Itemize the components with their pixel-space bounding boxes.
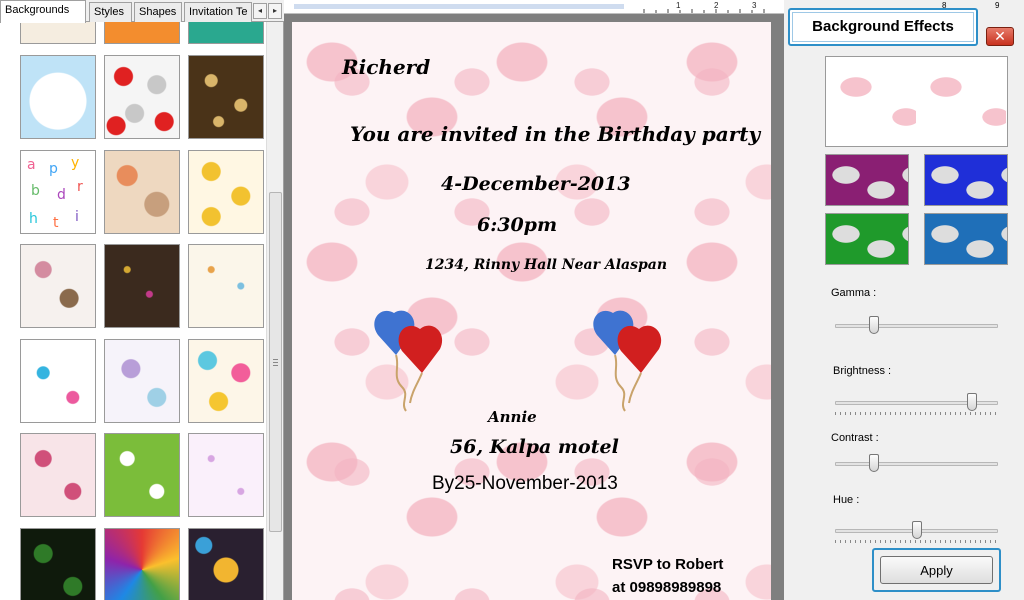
card-rsvp-to[interactable]: RSVP to Robert <box>612 556 723 573</box>
slider-knob[interactable] <box>869 454 879 472</box>
background-thumbnail[interactable] <box>20 244 96 328</box>
background-thumbnail[interactable] <box>188 244 264 328</box>
background-thumbnail[interactable] <box>188 150 264 234</box>
slider-track <box>835 462 998 466</box>
contrast-slider[interactable] <box>835 453 998 475</box>
grip-line <box>273 362 278 363</box>
background-thumbnail[interactable] <box>188 528 264 600</box>
ruler-number: 3 <box>752 1 757 10</box>
background-thumbnail[interactable] <box>20 339 96 423</box>
horizontal-ruler: 1 2 3 <box>284 0 784 14</box>
brightness-slider[interactable] <box>835 392 998 415</box>
grip-line <box>273 365 278 366</box>
card-venue[interactable]: 1234, Rinny Hall Near Alaspan <box>425 257 667 273</box>
slider-knob[interactable] <box>869 316 879 334</box>
tab-styles[interactable]: Styles <box>89 2 132 22</box>
tab-shapes[interactable]: Shapes <box>134 2 182 22</box>
background-thumbnail-grid: a p y b d r h t i <box>0 22 268 600</box>
close-button[interactable]: ✕ <box>986 27 1014 46</box>
hue-label: Hue : <box>833 494 860 506</box>
scrollbar-thumb[interactable] <box>269 192 282 532</box>
background-thumbnail[interactable] <box>104 528 180 600</box>
slider-ticks <box>835 412 998 415</box>
ruler-number: 1 <box>676 1 681 10</box>
card-rsvp-by[interactable]: By25-November-2013 <box>432 473 618 495</box>
background-thumbnail[interactable] <box>104 244 180 328</box>
svg-text:r: r <box>77 179 83 195</box>
heart-balloons-icon <box>593 310 662 412</box>
effect-swatch-green[interactable] <box>825 213 909 265</box>
background-thumbnail[interactable] <box>104 22 180 44</box>
card-address[interactable]: 56, Kalpa motel <box>450 436 619 458</box>
svg-text:d: d <box>57 187 66 203</box>
card-time[interactable]: 6:30pm <box>477 214 557 236</box>
svg-text:i: i <box>75 209 79 225</box>
background-thumbnail[interactable] <box>104 55 180 139</box>
tab-backgrounds[interactable]: Backgrounds <box>0 0 86 23</box>
svg-text:h: h <box>29 211 38 227</box>
contrast-label: Contrast : <box>831 432 879 444</box>
apply-button-highlight: Apply <box>872 548 1001 592</box>
background-thumbnail[interactable] <box>188 55 264 139</box>
heart-balloons-icon <box>374 310 443 412</box>
gamma-label: Gamma : <box>831 287 877 299</box>
card-host-name[interactable]: Annie <box>488 408 537 426</box>
apply-button[interactable]: Apply <box>880 556 993 584</box>
svg-text:b: b <box>31 183 40 199</box>
background-thumbnail[interactable] <box>188 339 264 423</box>
background-thumbnail[interactable] <box>20 433 96 517</box>
effect-swatch-purple[interactable] <box>825 154 909 206</box>
background-thumbnail[interactable] <box>104 339 180 423</box>
ruler-number: 9 <box>995 1 1000 10</box>
ruler-number: 2 <box>714 1 719 10</box>
background-thumbnail[interactable] <box>188 433 264 517</box>
app-window: Backgrounds Styles Shapes Invitation Te … <box>0 0 1024 600</box>
brightness-label: Brightness : <box>833 365 892 377</box>
card-invite-line[interactable]: You are invited in the Birthday party <box>350 122 760 146</box>
tab-invitation-text[interactable]: Invitation Te <box>184 2 252 22</box>
invitation-card[interactable]: Richerd You are invited in the Birthday … <box>292 22 771 600</box>
svg-text:t: t <box>53 215 59 231</box>
background-thumbnail[interactable] <box>20 55 96 139</box>
hue-slider[interactable] <box>835 520 998 543</box>
card-date[interactable]: 4-December-2013 <box>441 173 631 195</box>
slider-knob[interactable] <box>967 393 977 411</box>
grip-line <box>273 359 278 360</box>
panel-title: Background Effects <box>792 12 974 42</box>
tab-strip: Backgrounds Styles Shapes Invitation Te … <box>0 0 284 23</box>
effect-swatch-blue[interactable] <box>924 154 1008 206</box>
letters-pattern-icon: a p y b d r h t i <box>27 155 83 231</box>
background-thumbnail[interactable] <box>188 22 264 44</box>
thumbnail-scrollbar[interactable] <box>266 22 283 600</box>
svg-text:y: y <box>71 155 79 171</box>
ruler-ticks-icon <box>643 9 765 13</box>
card-phone[interactable]: at 09898989898 <box>612 579 721 596</box>
svg-text:p: p <box>49 161 58 177</box>
slider-track <box>835 324 998 328</box>
card-recipient-name[interactable]: Richerd <box>342 55 430 79</box>
background-thumbnail[interactable] <box>20 22 96 44</box>
svg-text:a: a <box>27 157 36 173</box>
gamma-slider[interactable] <box>835 315 998 337</box>
background-thumbnail[interactable] <box>104 433 180 517</box>
effect-swatch-teal[interactable] <box>924 213 1008 265</box>
tab-scroll-right-icon[interactable]: ▸ <box>268 3 282 19</box>
backgrounds-panel: Backgrounds Styles Shapes Invitation Te … <box>0 0 284 600</box>
slider-knob[interactable] <box>912 521 922 539</box>
ruler-number: 8 <box>942 1 947 10</box>
effect-preview[interactable] <box>825 56 1008 147</box>
slider-ticks <box>835 540 998 543</box>
tab-scroll-left-icon[interactable]: ◂ <box>253 3 267 19</box>
background-thumbnail[interactable] <box>20 528 96 600</box>
panel-title-box: Background Effects <box>788 8 978 46</box>
background-thumbnail[interactable] <box>104 150 180 234</box>
background-thumbnail[interactable]: a p y b d r h t i <box>20 150 96 234</box>
